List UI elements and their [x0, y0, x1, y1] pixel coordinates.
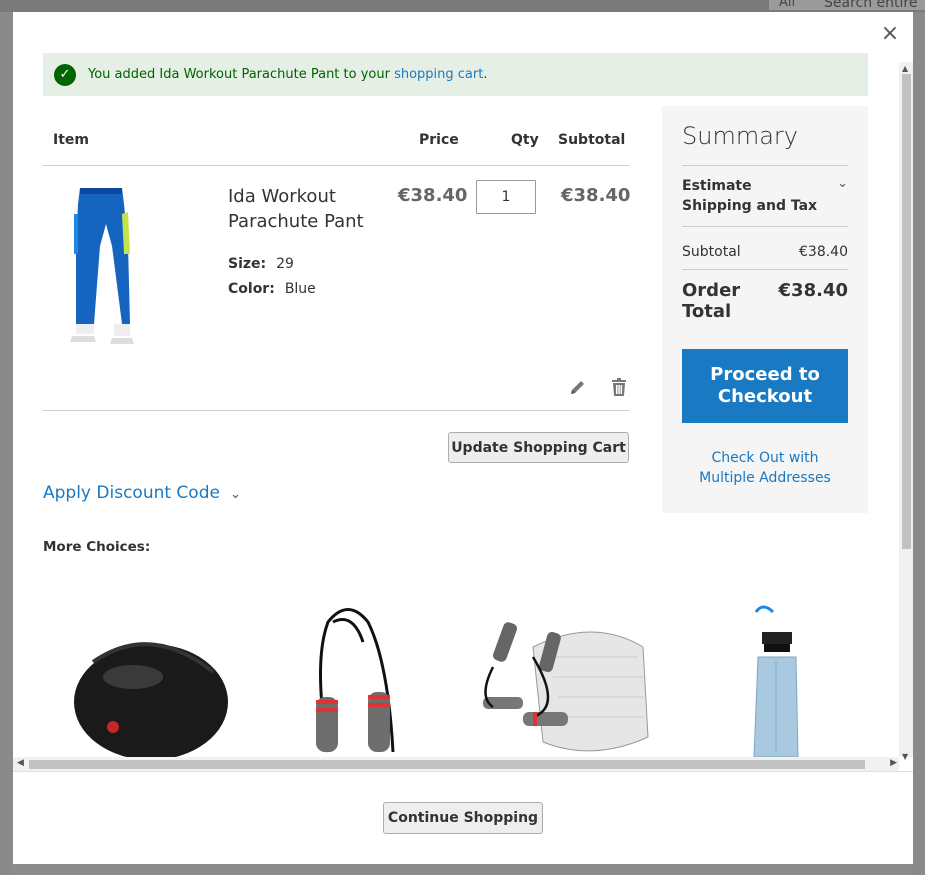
horizontal-scrollbar[interactable]: ◀ ▶ — [13, 757, 899, 771]
option-size: Size: 29 — [228, 256, 294, 272]
header-item: Item — [53, 132, 89, 148]
more-choices-heading: More Choices: — [43, 539, 151, 555]
minicart-modal: ✓ You added Ida Workout Parachute Pant t… — [13, 12, 913, 864]
product-image-water-bottle[interactable] — [748, 602, 808, 757]
modal-footer: Continue Shopping — [13, 771, 913, 864]
option-size-value: 29 — [276, 256, 294, 272]
scroll-right-icon[interactable]: ▶ — [890, 758, 897, 768]
order-total-row: Order Total €38.40 — [682, 280, 848, 322]
pencil-icon[interactable] — [568, 377, 588, 397]
header-price: Price — [419, 132, 459, 148]
option-color-value: Blue — [284, 281, 316, 297]
scroll-up-icon[interactable]: ▲ — [902, 64, 908, 73]
backdrop-search: All Search entire — [768, 0, 925, 11]
scroll-down-icon[interactable]: ▼ — [902, 752, 908, 761]
modal-content: ✓ You added Ida Workout Parachute Pant t… — [13, 12, 913, 757]
check-icon: ✓ — [54, 64, 76, 86]
item-price: €38.40 — [398, 185, 468, 206]
option-size-label: Size: — [228, 256, 267, 272]
subtotal-row: Subtotal €38.40 — [682, 244, 848, 260]
success-message: ✓ You added Ida Workout Parachute Pant t… — [43, 53, 868, 96]
scroll-left-icon[interactable]: ◀ — [17, 758, 24, 768]
search-scope: All — [779, 0, 796, 10]
continue-shopping-button[interactable]: Continue Shopping — [383, 802, 543, 834]
proceed-to-checkout-button[interactable]: Proceed to Checkout — [682, 349, 848, 423]
table-header: Item Price Qty Subtotal — [43, 124, 629, 166]
product-image-jump-rope[interactable] — [308, 602, 408, 757]
header-qty: Qty — [511, 132, 539, 148]
shopping-cart-link[interactable]: shopping cart — [394, 67, 483, 82]
scrollbar-thumb[interactable] — [29, 760, 865, 769]
close-icon[interactable]: × — [879, 23, 901, 45]
order-summary: Summary Estimate Shipping and Tax ⌄ Subt… — [662, 106, 868, 513]
search-placeholder: Search entire — [824, 0, 918, 11]
multi-address-checkout-link[interactable]: Check Out with Multiple Addresses — [682, 448, 848, 488]
option-color-label: Color: — [228, 281, 275, 297]
order-total-label: Order Total — [682, 280, 741, 322]
apply-discount-toggle[interactable]: Apply Discount Code ⌄ — [43, 483, 241, 503]
summary-divider — [682, 269, 848, 270]
vertical-scrollbar[interactable]: ▲ ▼ — [899, 62, 913, 761]
chevron-down-icon: ⌄ — [229, 487, 241, 502]
trash-icon[interactable] — [609, 377, 629, 397]
product-image-rope-bag[interactable] — [473, 617, 663, 757]
summary-title: Summary — [682, 122, 798, 150]
item-subtotal: €38.40 — [561, 185, 631, 206]
estimate-shipping-toggle[interactable]: Estimate Shipping and Tax — [682, 176, 822, 216]
header-subtotal: Subtotal — [558, 132, 626, 148]
product-name[interactable]: Ida Workout Parachute Pant — [228, 184, 378, 234]
discount-label: Apply Discount Code — [43, 483, 220, 503]
scrollbar-thumb[interactable] — [902, 74, 911, 549]
subtotal-value: €38.40 — [799, 244, 848, 260]
subtotal-label: Subtotal — [682, 244, 741, 260]
chevron-down-icon[interactable]: ⌄ — [837, 176, 848, 191]
update-cart-button[interactable]: Update Shopping Cart — [448, 432, 629, 463]
order-total-value: €38.40 — [778, 280, 848, 301]
summary-divider — [682, 226, 848, 227]
success-text: You added Ida Workout Parachute Pant to … — [88, 67, 488, 82]
backdrop-left — [0, 12, 13, 875]
product-image-ball[interactable] — [73, 632, 229, 757]
cart-divider — [43, 410, 629, 411]
qty-input[interactable]: 1 — [476, 180, 536, 214]
summary-divider — [682, 165, 848, 166]
product-image[interactable] — [66, 184, 136, 344]
option-color: Color: Blue — [228, 281, 316, 297]
backdrop-right — [913, 12, 925, 875]
